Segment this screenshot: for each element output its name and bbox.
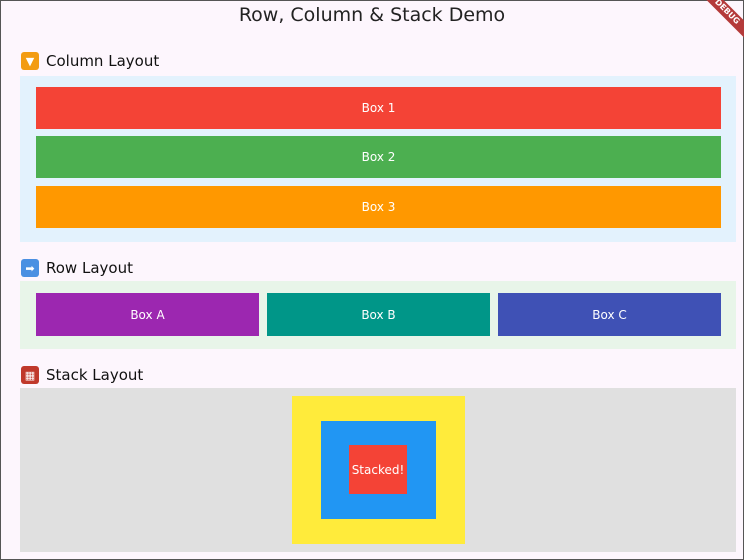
row-section-title: ➡ Row Layout <box>21 259 133 277</box>
row-box-a: Box A <box>36 293 259 336</box>
column-section-title: ▼ Column Layout <box>21 52 159 70</box>
column-panel: Box 1 Box 2 Box 3 <box>20 76 736 242</box>
row-box-c: Box C <box>498 293 721 336</box>
column-section-label: Column Layout <box>46 52 160 70</box>
stack-section-title: ▦ Stack Layout <box>21 366 143 384</box>
stack-inner-red: Stacked! <box>349 445 407 494</box>
stack-panel: Stacked! <box>20 388 736 552</box>
app-title: Row, Column & Stack Demo <box>238 4 506 26</box>
stack-section-label: Stack Layout <box>46 366 144 384</box>
column-box-1: Box 1 <box>36 87 721 129</box>
row-section-label: Row Layout <box>46 259 133 277</box>
right-arrow-icon: ➡ <box>21 259 39 277</box>
down-arrow-icon: ▼ <box>21 52 39 70</box>
column-box-3: Box 3 <box>36 186 721 228</box>
row-box-b: Box B <box>267 293 490 336</box>
row-panel: Box A Box B Box C <box>20 281 736 349</box>
brick-icon: ▦ <box>21 366 39 384</box>
column-box-2: Box 2 <box>36 136 721 178</box>
